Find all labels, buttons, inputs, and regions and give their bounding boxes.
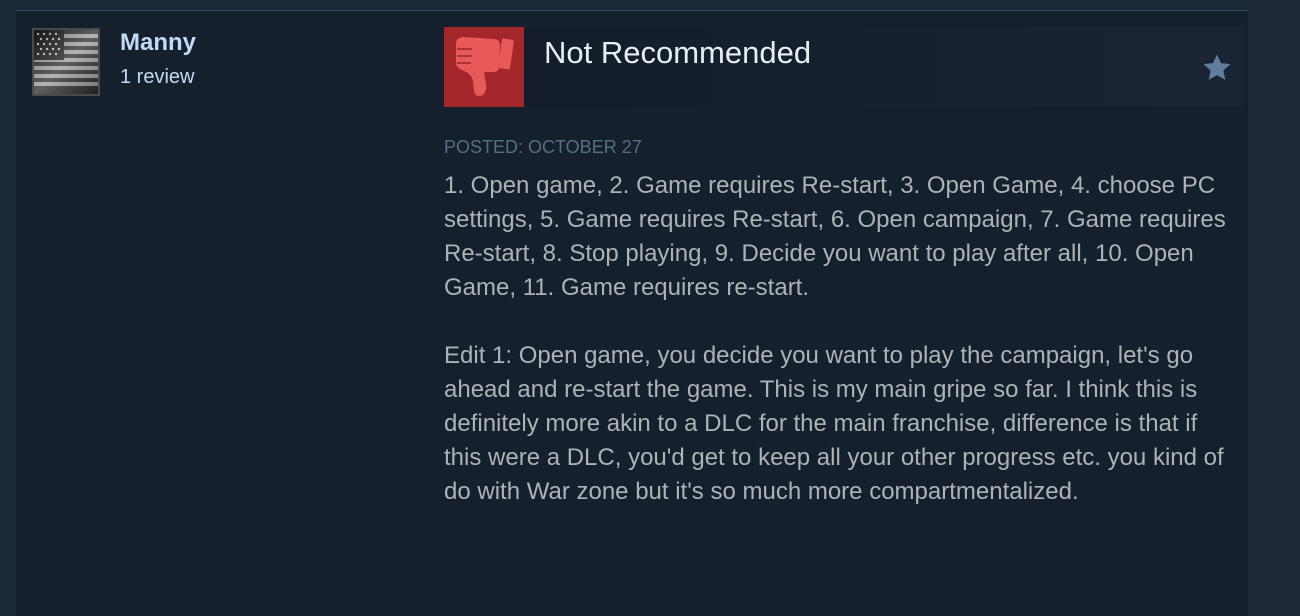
review-paragraph: 1. Open game, 2. Game requires Re-start,…	[444, 172, 1226, 301]
review-card: Manny 1 review Not Recommended POSTED: O…	[16, 10, 1248, 616]
page-gutter-left	[0, 0, 16, 616]
author-review-count-link[interactable]: 1 review	[120, 64, 194, 90]
star-icon[interactable]	[1200, 51, 1234, 85]
thumbs-down-icon	[444, 27, 524, 107]
american-flag-avatar-icon	[34, 30, 98, 94]
review-paragraph: Edit 1: Open game, you decide you want t…	[444, 342, 1224, 505]
verdict-title[interactable]: Not Recommended	[544, 35, 811, 71]
page-gutter-right	[1248, 0, 1300, 616]
avatar[interactable]	[32, 28, 100, 96]
review-body: POSTED: OCTOBER 27 1. Open game, 2. Game…	[444, 135, 1234, 509]
posted-date: POSTED: OCTOBER 27	[444, 137, 642, 157]
author-name-link[interactable]: Manny	[120, 28, 196, 58]
review-page: Manny 1 review Not Recommended POSTED: O…	[0, 0, 1300, 616]
vote-header: Not Recommended	[444, 27, 1244, 107]
author-panel: Manny 1 review	[32, 28, 412, 108]
